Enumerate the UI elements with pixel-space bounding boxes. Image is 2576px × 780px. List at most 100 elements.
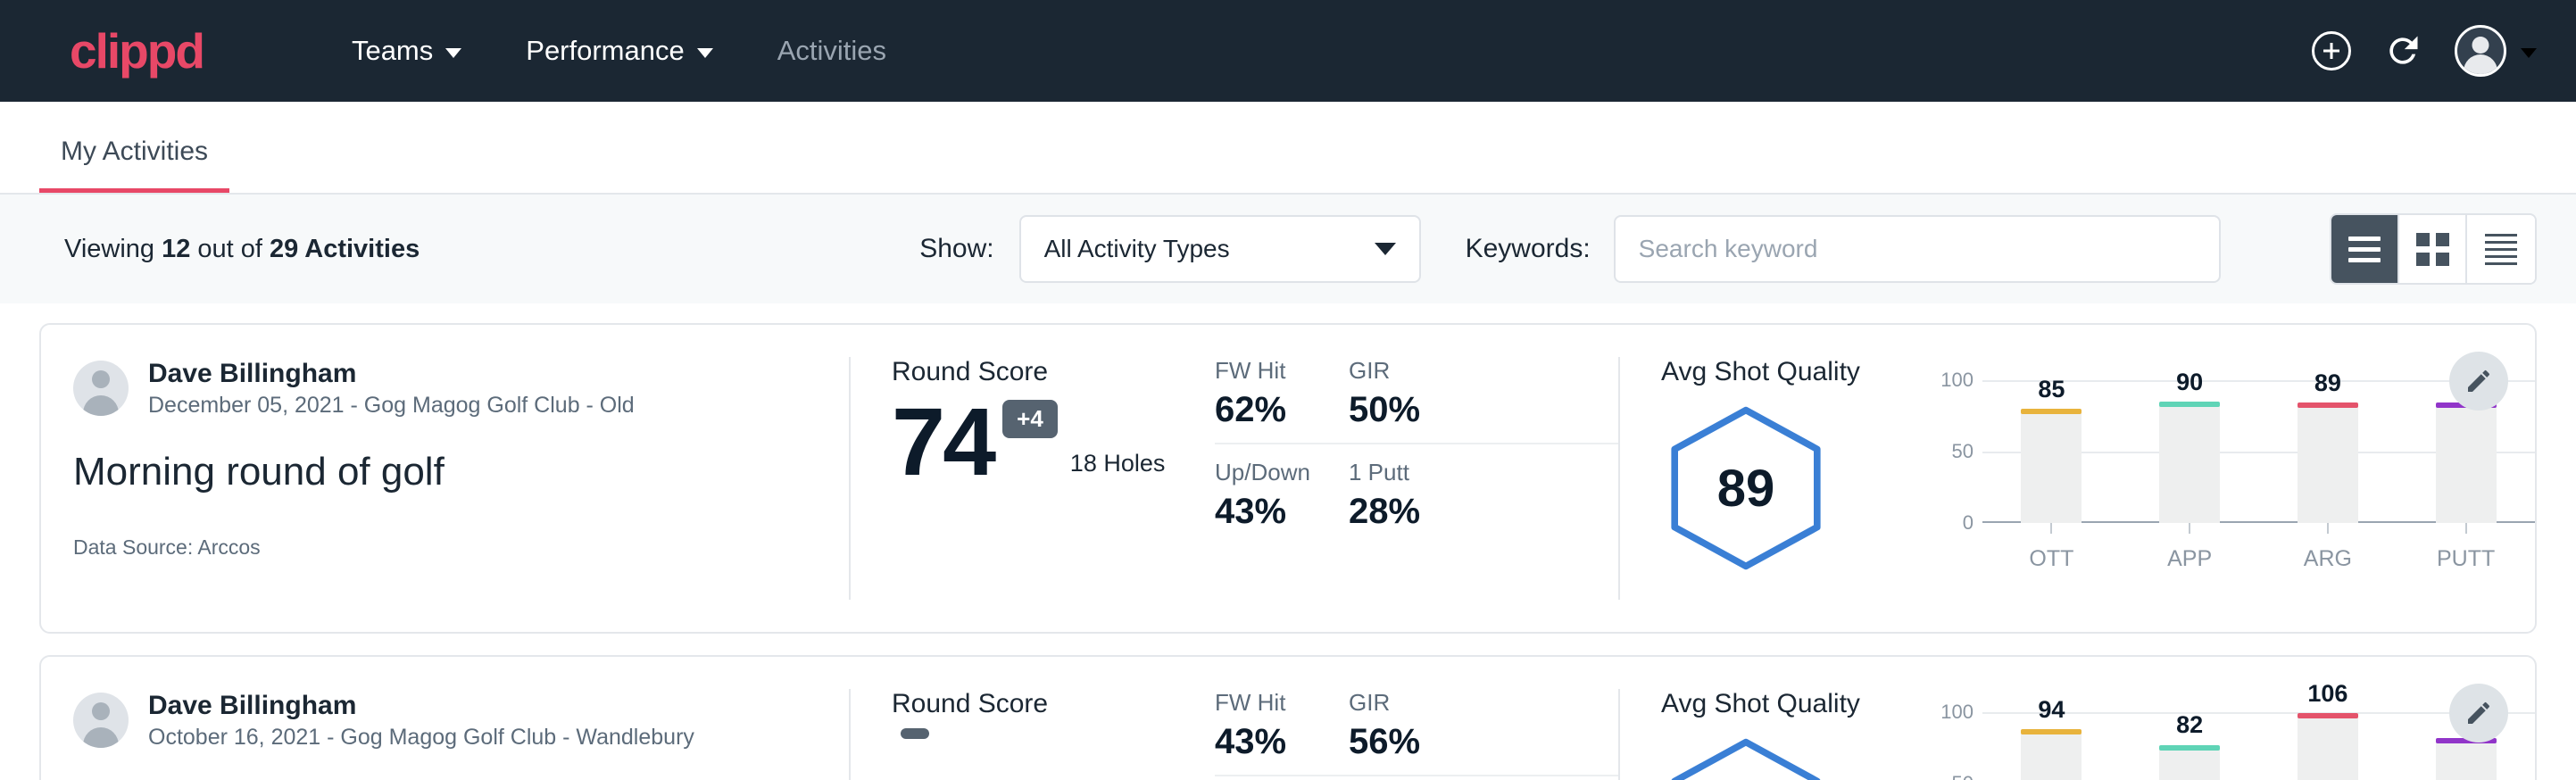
viewing-count: 12: [162, 235, 190, 263]
activity-player: Dave Billingham October 16, 2021 - Gog M…: [73, 689, 813, 751]
stat-gir: GIR 56%: [1349, 689, 1618, 776]
activity-card[interactable]: Dave Billingham December 05, 2021 - Gog …: [39, 323, 2537, 634]
chart-bar-arg: 106: [2259, 712, 2397, 780]
x-tick-label: OTT: [1982, 546, 2121, 572]
show-label: Show:: [919, 234, 993, 264]
stat-label: FW Hit: [1215, 689, 1322, 717]
nav-actions: [2312, 25, 2537, 77]
y-tick: 50: [1952, 440, 1974, 463]
viewing-summary: Viewing 12 out of 29 Activities: [64, 235, 420, 264]
edit-activity-button[interactable]: [2449, 352, 2508, 411]
stat-one-putt: [1349, 776, 1618, 780]
y-tick: 50: [1952, 772, 1974, 780]
avatar: [2455, 25, 2506, 77]
activity-type-value: All Activity Types: [1044, 235, 1230, 263]
y-tick: 100: [1940, 369, 1974, 392]
y-tick: 0: [1963, 511, 1974, 535]
nav-item-label: Performance: [526, 35, 684, 67]
bar-value-label: 90: [2176, 369, 2203, 396]
stat-value: 56%: [1349, 722, 1591, 762]
activity-summary: Dave Billingham December 05, 2021 - Gog …: [41, 357, 849, 600]
score-differential-badge: +4: [1002, 400, 1058, 438]
quality-score: 89: [1661, 403, 1831, 573]
chart-bar-app: 90: [2121, 380, 2259, 523]
stat-label: GIR: [1349, 357, 1591, 385]
round-score-section: Round Score 74 +4 18 Holes: [851, 357, 1208, 600]
holes-played: 18 Holes: [1070, 450, 1166, 477]
stat-fw-hit: FW Hit 62%: [1215, 357, 1349, 444]
avatar: [73, 693, 129, 748]
stat-up-down: Up/Down 43%: [1215, 444, 1349, 532]
refresh-icon[interactable]: [2383, 31, 2422, 71]
chart-y-axis: 100 50 0: [1929, 712, 1982, 780]
avg-shot-quality-section: Avg Shot Quality 100 50 0: [1620, 689, 2535, 780]
round-score-section: Round Score: [851, 689, 1208, 780]
activity-summary: Dave Billingham October 16, 2021 - Gog M…: [41, 689, 849, 780]
nav-item-activities[interactable]: Activities: [745, 26, 918, 76]
quality-score: [1661, 735, 1831, 780]
pencil-icon: [2464, 367, 2493, 395]
activity-type-select[interactable]: All Activity Types: [1019, 215, 1421, 283]
tab-bar: My Activities: [0, 102, 2576, 195]
chart-x-axis: OTT APP ARG PUTT: [1982, 546, 2535, 572]
top-navigation-bar: clippd Teams Performance Activities: [0, 0, 2576, 102]
nav-item-label: Teams: [352, 35, 433, 67]
chart-bar-app: 82: [2121, 712, 2259, 780]
bar-value-label: 82: [2176, 711, 2203, 739]
score-differential-badge: [901, 728, 929, 739]
search-input[interactable]: [1614, 215, 2221, 283]
compact-view-button[interactable]: [2467, 215, 2535, 283]
account-menu[interactable]: [2455, 25, 2537, 77]
activity-list: Dave Billingham December 05, 2021 - Gog …: [0, 303, 2576, 780]
chart-bar-arg: 89: [2259, 380, 2397, 523]
round-stats-section: FW Hit 62% GIR 50% Up/Down 43% 1 Putt 28…: [1208, 357, 1618, 600]
activity-meta: December 05, 2021 - Gog Magog Golf Club …: [148, 391, 635, 420]
bar-value-label: 106: [2307, 680, 2347, 708]
stat-value: 43%: [1215, 492, 1322, 532]
stat-up-down: [1215, 776, 1349, 780]
stat-value: 62%: [1215, 390, 1322, 430]
stat-label: 1 Putt: [1349, 459, 1591, 486]
activity-player: Dave Billingham December 05, 2021 - Gog …: [73, 357, 813, 419]
chart-plot-area: 85 90 89 89: [1982, 380, 2535, 523]
avg-shot-quality-label: Avg Shot Quality: [1661, 689, 1929, 719]
add-circle-icon[interactable]: [2312, 31, 2351, 71]
bar-value-label: 89: [2314, 369, 2341, 397]
chart-bar-ott: 85: [1982, 380, 2121, 523]
stat-one-putt: 1 Putt 28%: [1349, 444, 1618, 532]
stat-value: 28%: [1349, 492, 1591, 532]
x-tick-label: ARG: [2259, 546, 2397, 572]
shot-quality-chart: 100 50 0 85 90: [1929, 357, 2535, 600]
edit-activity-button[interactable]: [2449, 684, 2508, 743]
tab-my-activities[interactable]: My Activities: [39, 137, 229, 193]
stat-fw-hit: FW Hit 43%: [1215, 689, 1349, 776]
list-view-icon: [2348, 236, 2381, 262]
quality-hexagon: [1661, 735, 1831, 780]
player-name: Dave Billingham: [148, 357, 635, 391]
chart-tick-marks: [1982, 523, 2535, 534]
primary-nav: Teams Performance Activities: [320, 26, 918, 76]
activity-card[interactable]: Dave Billingham October 16, 2021 - Gog M…: [39, 655, 2537, 780]
nav-item-teams[interactable]: Teams: [320, 26, 494, 76]
activity-title: Morning round of golf: [73, 450, 813, 494]
viewing-middle: out of: [190, 235, 270, 263]
stat-value: 50%: [1349, 390, 1591, 430]
compact-view-icon: [2485, 234, 2517, 265]
chevron-down-icon: [697, 48, 713, 58]
clippd-logo[interactable]: clippd: [70, 27, 204, 76]
x-tick-label: APP: [2121, 546, 2259, 572]
viewing-total: 29 Activities: [270, 235, 420, 263]
grid-view-button[interactable]: [2399, 215, 2467, 283]
stat-label: FW Hit: [1215, 357, 1322, 385]
grid-view-icon: [2416, 233, 2449, 266]
keywords-label: Keywords:: [1466, 234, 1591, 264]
round-score-value: 74: [892, 396, 993, 488]
avg-shot-quality-section: Avg Shot Quality 89 100 50 0: [1620, 357, 2535, 600]
bar-value-label: 94: [2038, 696, 2065, 724]
quality-hexagon: 89: [1661, 403, 1831, 573]
round-score-label: Round Score: [892, 689, 1208, 719]
nav-item-performance[interactable]: Performance: [494, 26, 744, 76]
list-view-button[interactable]: [2331, 215, 2399, 283]
viewing-prefix: Viewing: [64, 235, 162, 263]
nav-item-label: Activities: [777, 35, 886, 67]
